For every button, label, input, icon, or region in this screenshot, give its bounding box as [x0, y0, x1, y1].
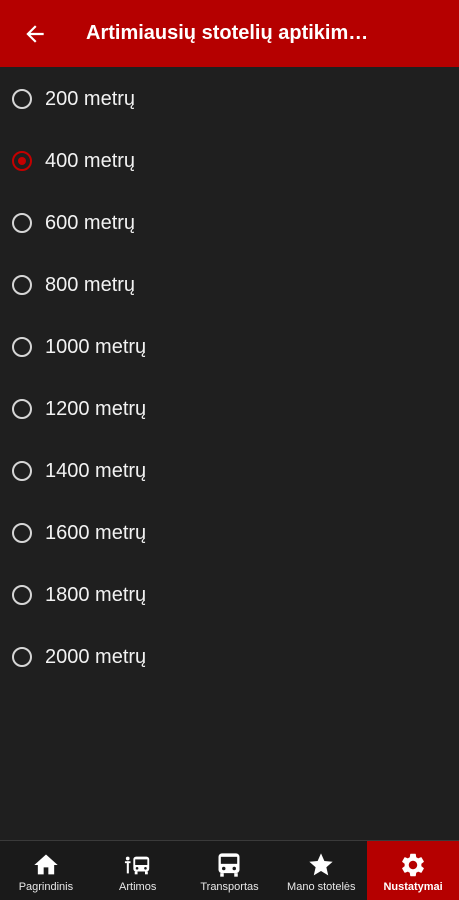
- radio-button[interactable]: [12, 337, 32, 357]
- option-label: 1800 metrų: [45, 583, 147, 606]
- nav-label: Pagrindinis: [18, 880, 74, 893]
- option-label: 2000 metrų: [45, 645, 147, 668]
- page-title: Artimiausių stotelių aptikim…: [86, 22, 369, 44]
- radio-button[interactable]: [12, 647, 32, 667]
- home-icon: [32, 851, 60, 879]
- nav-item-transport[interactable]: Transportas: [184, 841, 276, 900]
- option-label: 400 metrų: [45, 149, 136, 172]
- option-label: 1200 metrų: [45, 397, 147, 420]
- radio-button[interactable]: [12, 275, 32, 295]
- radio-option-800[interactable]: 800 metrų: [0, 254, 459, 316]
- option-label: 1400 metrų: [45, 459, 147, 482]
- radio-button-checked[interactable]: [12, 151, 32, 171]
- option-label: 1600 metrų: [45, 521, 147, 544]
- bottom-navigation: Pagrindinis Artimos Transportas Mano sto…: [0, 840, 459, 900]
- radio-button[interactable]: [12, 399, 32, 419]
- nav-item-home[interactable]: Pagrindinis: [0, 841, 92, 900]
- nearby-bus-icon: [124, 851, 152, 879]
- radio-button[interactable]: [12, 89, 32, 109]
- option-label: 800 metrų: [45, 273, 136, 296]
- star-icon: [307, 851, 335, 879]
- nav-item-my-stops[interactable]: Mano stotelės: [275, 841, 367, 900]
- option-label: 200 metrų: [45, 87, 136, 110]
- back-button[interactable]: [0, 0, 70, 67]
- app-bar: Artimiausių stotelių aptikim…: [0, 0, 459, 67]
- distance-options-list: 200 metrų 400 metrų 600 metrų 800 metrų …: [0, 68, 459, 688]
- radio-button[interactable]: [12, 523, 32, 543]
- radio-option-2000[interactable]: 2000 metrų: [0, 626, 459, 688]
- gear-icon: [399, 851, 427, 879]
- bus-icon: [215, 851, 243, 879]
- nav-item-nearby[interactable]: Artimos: [92, 841, 184, 900]
- nav-label: Mano stotelės: [287, 880, 356, 893]
- radio-option-1200[interactable]: 1200 metrų: [0, 378, 459, 440]
- option-label: 600 metrų: [45, 211, 136, 234]
- nav-label: Transportas: [200, 880, 259, 893]
- radio-button[interactable]: [12, 585, 32, 605]
- radio-option-1000[interactable]: 1000 metrų: [0, 316, 459, 378]
- option-label: 1000 metrų: [45, 335, 147, 358]
- radio-option-200[interactable]: 200 metrų: [0, 68, 459, 130]
- radio-option-1800[interactable]: 1800 metrų: [0, 564, 459, 626]
- arrow-back-icon: [26, 24, 44, 43]
- nav-item-settings[interactable]: Nustatymai: [367, 841, 459, 900]
- nav-label: Artimos: [119, 880, 157, 893]
- radio-option-1600[interactable]: 1600 metrų: [0, 502, 459, 564]
- radio-option-1400[interactable]: 1400 metrų: [0, 440, 459, 502]
- radio-button[interactable]: [12, 461, 32, 481]
- radio-button[interactable]: [12, 213, 32, 233]
- nav-label: Nustatymai: [383, 880, 443, 893]
- radio-option-400[interactable]: 400 metrų: [0, 130, 459, 192]
- radio-option-600[interactable]: 600 metrų: [0, 192, 459, 254]
